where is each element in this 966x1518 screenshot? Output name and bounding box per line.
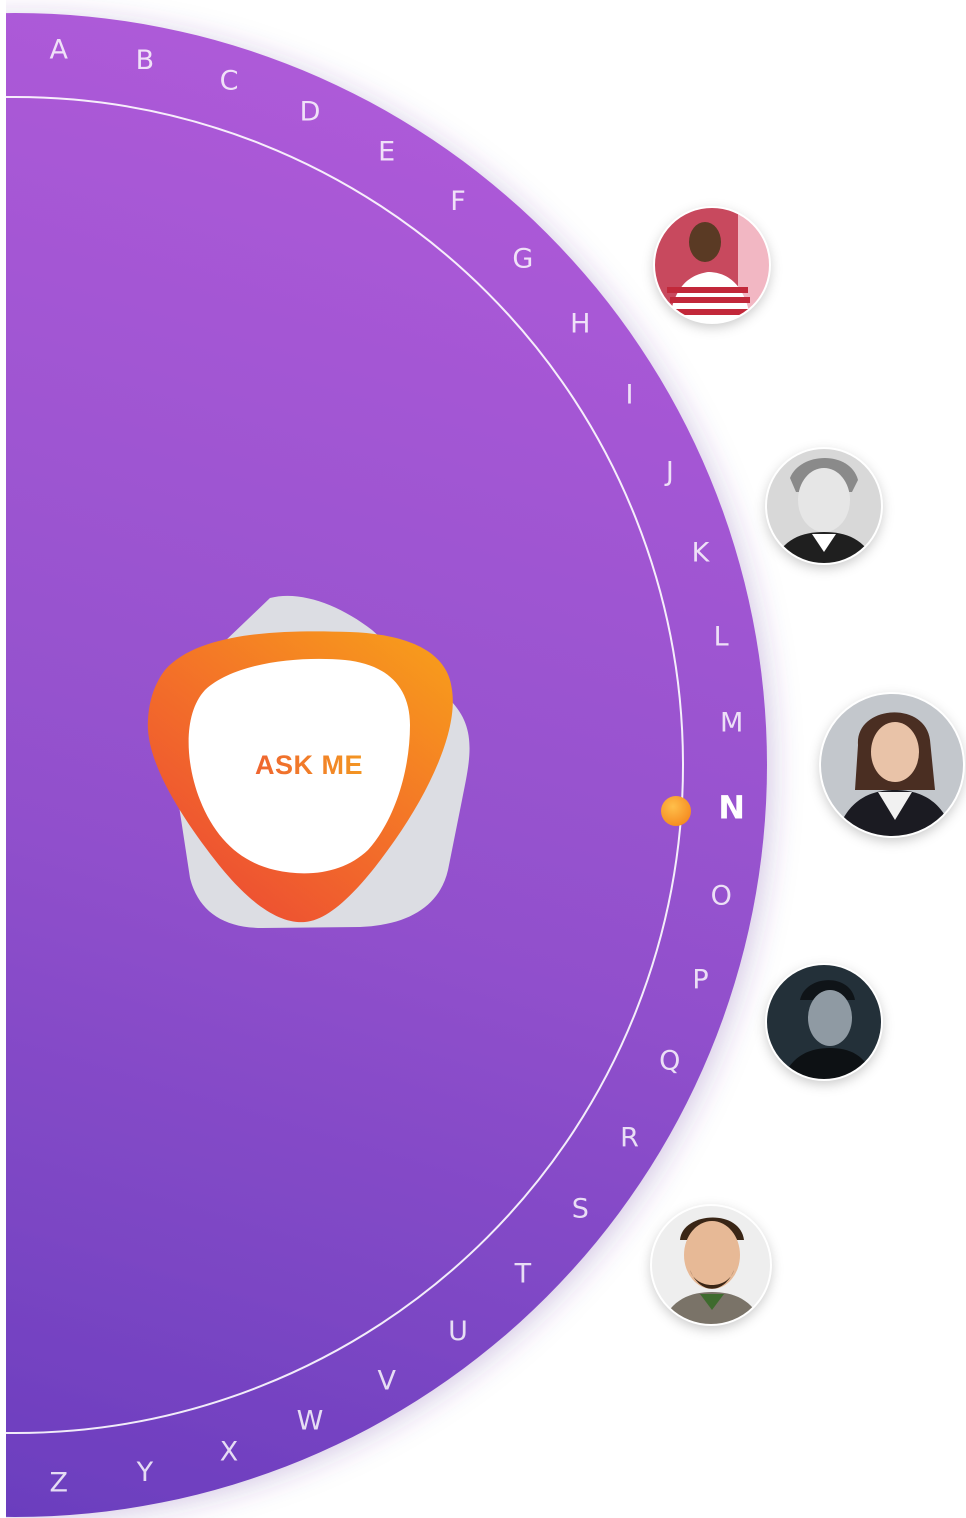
letter-g[interactable]: G xyxy=(512,244,533,275)
letter-i[interactable]: I xyxy=(626,380,634,411)
letter-w[interactable]: W xyxy=(297,1406,324,1437)
letter-e[interactable]: E xyxy=(378,137,395,168)
ask-me-label: ASK ME xyxy=(255,750,363,780)
letter-o[interactable]: O xyxy=(711,880,732,911)
alphabet-wheel: A B C D E F G H I J K L M N O P Q R S T U V W X Y Z ASK ME xyxy=(6,13,965,1517)
contact-avatar-2[interactable] xyxy=(765,447,883,570)
letter-x[interactable]: X xyxy=(220,1436,239,1467)
letter-h[interactable]: H xyxy=(570,308,590,339)
alphabet-wheel-screen: A B C D E F G H I J K L M N O P Q R S T U V W X Y Z ASK ME xyxy=(0,0,966,1518)
letter-z[interactable]: Z xyxy=(50,1468,69,1499)
letter-k[interactable]: K xyxy=(692,538,711,569)
letter-t[interactable]: T xyxy=(514,1259,532,1290)
contact-avatar-5[interactable] xyxy=(650,1204,772,1330)
letter-m[interactable]: M xyxy=(720,708,743,739)
letter-l[interactable]: L xyxy=(714,622,729,653)
letter-b[interactable]: B xyxy=(136,45,155,76)
letter-j[interactable]: J xyxy=(664,456,674,487)
letter-c[interactable]: C xyxy=(220,66,239,97)
letter-y[interactable]: Y xyxy=(136,1457,154,1488)
contact-avatar-3[interactable] xyxy=(819,692,965,840)
letter-p[interactable]: P xyxy=(692,965,708,996)
letter-d[interactable]: D xyxy=(300,96,321,127)
letter-n[interactable]: N xyxy=(718,788,745,826)
letter-s[interactable]: S xyxy=(572,1194,589,1225)
letter-f[interactable]: F xyxy=(450,186,466,217)
letter-v[interactable]: V xyxy=(377,1365,396,1396)
contact-avatar-1[interactable] xyxy=(653,206,771,330)
letter-u[interactable]: U xyxy=(448,1316,468,1347)
letter-a[interactable]: A xyxy=(50,34,69,65)
active-letter-indicator xyxy=(661,796,691,826)
letter-q[interactable]: Q xyxy=(659,1046,680,1077)
contact-avatar-4[interactable] xyxy=(765,963,883,1085)
letter-r[interactable]: R xyxy=(620,1122,639,1153)
